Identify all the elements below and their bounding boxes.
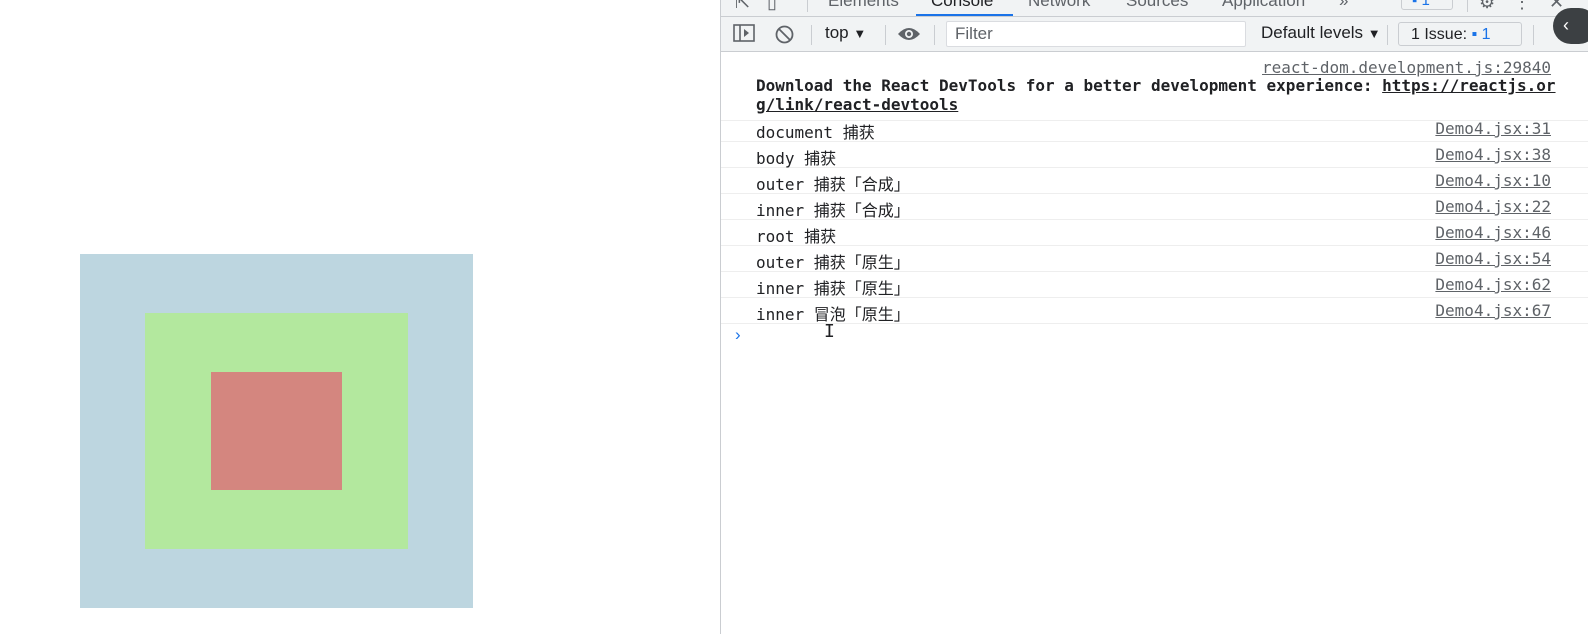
tab-application[interactable]: Application [1222,0,1305,11]
context-value: top [825,23,849,42]
source-link[interactable]: Demo4.jsx:31 [1435,119,1551,138]
toolbar-divider [1387,25,1388,45]
tab-network[interactable]: Network [1028,0,1090,11]
console-prompt-icon: › [735,325,741,344]
console-row: outer 捕获「原生」 Demo4.jsx:54 [721,246,1588,272]
source-link[interactable]: Demo4.jsx:22 [1435,197,1551,216]
chevron-down-icon: ▼ [853,26,867,41]
toolbar-divider [934,25,935,45]
react-devtools-text: Download the React DevTools for a better… [756,76,1556,114]
tab-sources[interactable]: Sources [1126,0,1188,11]
console-message-text: document 捕获 [756,123,875,142]
message-badge[interactable]: ▪ 1 [1401,0,1453,10]
source-link[interactable]: Demo4.jsx:54 [1435,249,1551,268]
source-link[interactable]: Demo4.jsx:67 [1435,301,1551,320]
console-row: inner 冒泡「原生」 Demo4.jsx:67 [721,298,1588,324]
issues-count: 1 [1481,26,1491,43]
toolbar-divider [1533,25,1534,45]
chevron-down-icon: ▼ [1367,26,1381,41]
console-toolbar: top ▼ Default levels ▼ 1 Issue: ▪ 1 [721,17,1588,52]
issues-button[interactable]: 1 Issue: ▪ 1 [1398,22,1522,46]
source-link[interactable]: Demo4.jsx:62 [1435,275,1551,294]
tabbar-divider [1467,0,1468,12]
console-row: document 捕获 Demo4.jsx:31 [721,116,1588,142]
sidebar-toggle-icon[interactable] [733,24,755,47]
message-badge-count: 1 [1421,0,1430,9]
collapse-panel-chevron-icon[interactable]: ‹ [1553,8,1588,44]
clear-console-icon[interactable] [775,25,794,49]
more-tabs-icon[interactable]: » [1339,0,1348,11]
context-selector[interactable]: top ▼ [825,23,866,43]
console-row: inner 捕获「合成」 Demo4.jsx:22 [721,194,1588,220]
console-message-text: inner 捕获「合成」 [756,201,910,220]
toolbar-divider [885,25,886,45]
source-link[interactable]: Demo4.jsx:10 [1435,171,1551,190]
react-devtools-message: react-dom.development.js:29840 Download … [721,58,1588,121]
console-message-text: outer 捕获「合成」 [756,175,910,194]
tab-elements[interactable]: Elements [828,0,899,11]
device-toolbar-icon[interactable]: ▯ [767,0,777,13]
console-message-text: body 捕获 [756,149,837,168]
more-options-icon[interactable]: ⋮ [1513,0,1531,13]
source-link[interactable]: Demo4.jsx:38 [1435,145,1551,164]
devtools-panel: ⇱ ▯ Elements Console Network Sources App… [720,0,1588,634]
issues-label: 1 Issue: [1411,26,1468,43]
inner-box[interactable] [211,372,342,490]
live-expression-eye-icon[interactable] [897,26,921,47]
settings-gear-icon[interactable]: ⚙ [1479,0,1495,13]
demo-page [0,0,720,634]
source-link[interactable]: react-dom.development.js:29840 [1262,58,1551,77]
console-row: root 捕获 Demo4.jsx:46 [721,220,1588,246]
console-message-text: root 捕获 [756,227,837,246]
filter-input[interactable] [946,21,1246,47]
inspect-element-icon[interactable]: ⇱ [735,0,750,13]
tabbar-divider [807,0,808,12]
console-message-text: outer 捕获「原生」 [756,253,910,272]
console-row: inner 捕获「原生」 Demo4.jsx:62 [721,272,1588,298]
source-link[interactable]: Demo4.jsx:46 [1435,223,1551,242]
text-cursor-icon: I [824,321,835,342]
react-message: Download the React DevTools for a better… [756,76,1373,95]
issue-message-icon: ▪ [1471,26,1478,43]
console-row: outer 捕获「合成」 Demo4.jsx:10 [721,168,1588,194]
log-levels-label: Default levels [1261,23,1364,42]
console-message-text: inner 捕获「原生」 [756,279,910,298]
console-row: body 捕获 Demo4.jsx:38 [721,142,1588,168]
devtools-tabbar: ⇱ ▯ Elements Console Network Sources App… [721,0,1588,17]
toolbar-divider [811,25,812,45]
log-levels-dropdown[interactable]: Default levels ▼ [1261,23,1381,43]
tab-console[interactable]: Console [931,0,993,11]
